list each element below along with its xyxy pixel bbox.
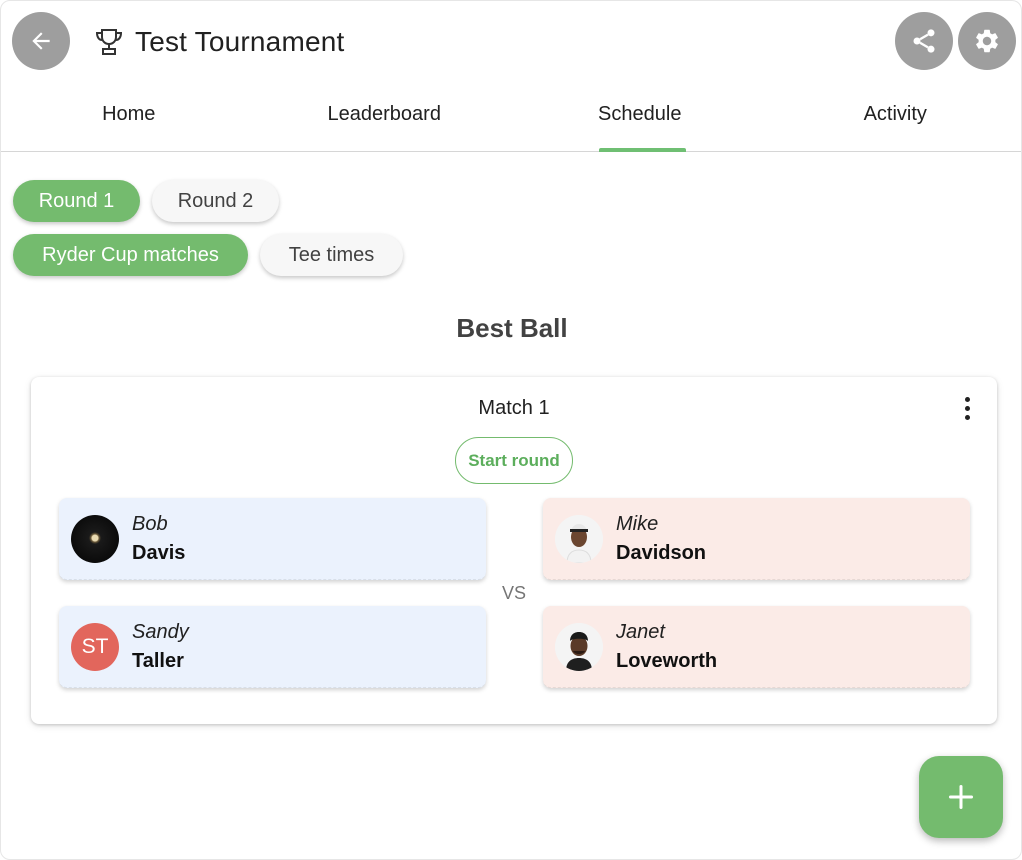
tab-activity-label: Activity	[863, 103, 927, 125]
player-first-name: Bob	[132, 512, 168, 535]
avatar-initials: ST	[81, 634, 109, 658]
arrow-left-icon	[32, 32, 50, 50]
share-icon	[913, 29, 935, 53]
player-card-team-b[interactable]: Janet Loveworth	[543, 606, 970, 688]
person-photo-icon	[555, 514, 603, 563]
tab-leaderboard-label: Leaderboard	[327, 103, 441, 125]
chip-round-1-label: Round 1	[38, 189, 115, 212]
more-vert-icon-dot	[964, 414, 970, 420]
player-card-team-b[interactable]: Mike Davidson	[543, 498, 970, 580]
chip-round-2[interactable]: Round 2	[152, 180, 279, 222]
tournament-title: Test Tournament	[93, 23, 345, 61]
player-last-name: Loveworth	[616, 649, 718, 672]
settings-button[interactable]	[958, 12, 1016, 70]
avatar	[555, 622, 603, 671]
match-title: Match 1	[478, 397, 550, 419]
player-first-name: Janet	[616, 620, 665, 643]
avatar	[71, 514, 119, 563]
plus-icon	[948, 784, 974, 810]
vs-label: VS	[501, 583, 526, 603]
app-window: Test Tournament Home Leaderboard Schedul…	[0, 0, 1022, 860]
tab-home-label: Home	[102, 103, 156, 125]
chip-tee-times-label: Tee times	[288, 243, 375, 266]
match-card: Match 1 Start round Bob Davis ST Sandy T…	[31, 377, 997, 724]
trophy-icon	[95, 29, 123, 55]
start-round-button[interactable]: Start round	[455, 437, 573, 484]
chip-ryder-cup-matches[interactable]: Ryder Cup matches	[13, 234, 248, 276]
tab-home[interactable]: Home	[1, 89, 257, 151]
tab-selected-indicator	[599, 148, 686, 152]
player-first-name: Sandy	[132, 620, 189, 643]
more-vert-icon	[964, 396, 970, 402]
back-button[interactable]	[12, 12, 70, 70]
tab-schedule-label: Schedule	[598, 103, 682, 125]
more-vert-icon-dot	[964, 405, 970, 411]
player-card-team-a[interactable]: ST Sandy Taller	[59, 606, 486, 688]
tab-bar: Home Leaderboard Schedule Activity	[1, 89, 1022, 152]
chip-round-1[interactable]: Round 1	[13, 180, 140, 222]
page-title: Test Tournament	[135, 26, 345, 57]
chip-round-2-label: Round 2	[177, 189, 254, 212]
person-photo-icon	[555, 622, 603, 671]
player-card-team-a[interactable]: Bob Davis	[59, 498, 486, 580]
tab-activity[interactable]: Activity	[768, 89, 1022, 151]
more-options-button[interactable]	[955, 393, 979, 423]
chip-ryder-cup-matches-label: Ryder Cup matches	[42, 243, 219, 266]
player-last-name: Davis	[132, 541, 186, 564]
add-match-button[interactable]	[919, 756, 1003, 838]
tab-leaderboard[interactable]: Leaderboard	[257, 89, 513, 151]
format-heading: Best Ball	[456, 313, 568, 343]
gear-icon	[976, 29, 998, 53]
tab-schedule[interactable]: Schedule	[512, 89, 768, 152]
avatar: ST	[71, 622, 119, 671]
chip-tee-times[interactable]: Tee times	[260, 234, 403, 276]
share-button[interactable]	[895, 12, 953, 70]
player-last-name: Taller	[132, 649, 184, 672]
player-first-name: Mike	[616, 512, 659, 535]
player-last-name: Davidson	[616, 541, 707, 564]
avatar	[555, 514, 603, 563]
